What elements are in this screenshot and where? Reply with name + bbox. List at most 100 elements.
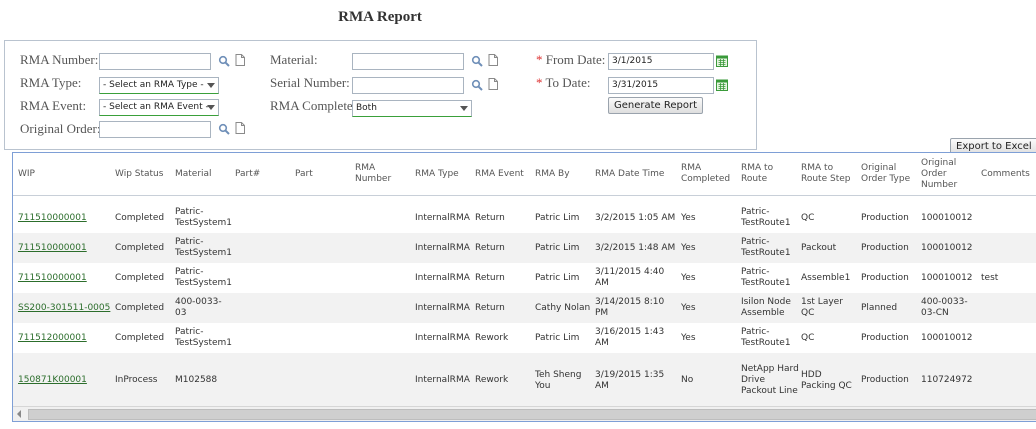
- column-header-wip-status[interactable]: Wip Status: [115, 153, 173, 195]
- cell-wip-status: InProcess: [115, 375, 158, 385]
- cell-rma-event: Return: [475, 212, 505, 223]
- column-header-rma-completed[interactable]: RMA Completed: [681, 153, 739, 195]
- rma-type-label: RMA Type:: [20, 75, 82, 90]
- column-header-original-order-number[interactable]: Original Order Number: [921, 153, 979, 195]
- cell-rma-by: Patric Lim: [535, 332, 580, 343]
- cell-original-order-type: Production: [861, 272, 909, 283]
- cell-rma-type: InternalRMA: [415, 332, 470, 343]
- search-icon[interactable]: [471, 55, 483, 67]
- cell-rma-number: [355, 203, 413, 233]
- rma-event-select[interactable]: - Select an RMA Event -: [99, 99, 219, 116]
- table-row[interactable]: 150871K00001 InProcess M102588 InternalRMA R…: [13, 353, 1036, 408]
- cell-rma-type: InternalRMA: [415, 212, 470, 223]
- column-header-material[interactable]: Material: [175, 153, 233, 195]
- serial-number-input[interactable]: [352, 77, 464, 94]
- cell-rma-date-time: 3/19/2015 1:35 AM: [595, 369, 665, 391]
- column-header-rma-to-route[interactable]: RMA to Route: [741, 153, 799, 195]
- rma-results-grid: WIP Wip Status Material Part# Part RMA Number…: [12, 152, 1036, 422]
- cell-rma-to-route: Isilon Node Assemble: [741, 297, 791, 318]
- column-header-original-order-type[interactable]: Original Order Type: [861, 153, 919, 195]
- wip-link[interactable]: 150871K00001: [18, 375, 87, 386]
- table-row[interactable]: 711512000001 Completed Patric-TestSystem1 I…: [13, 323, 1036, 353]
- cell-rma-event: Return: [475, 242, 505, 253]
- column-header-rma-number[interactable]: RMA Number: [355, 153, 413, 195]
- cell-comments: [981, 323, 1036, 353]
- rma-number-label: RMA Number:: [20, 52, 99, 67]
- rma-complete-value: Both: [356, 103, 377, 113]
- cell-rma-by: Cathy Nolan: [535, 302, 591, 313]
- horizontal-scrollbar[interactable]: [13, 406, 1036, 421]
- cell-rma-date-time: 3/11/2015 4:40 AM: [595, 267, 665, 288]
- to-date-input[interactable]: 3/31/2015: [608, 77, 714, 94]
- search-icon[interactable]: [471, 79, 483, 91]
- document-icon[interactable]: [487, 78, 499, 90]
- scrollbar-thumb[interactable]: [28, 409, 1036, 420]
- cell-comments: test: [981, 272, 999, 283]
- from-date-input[interactable]: 3/1/2015: [608, 53, 714, 70]
- table-row[interactable]: SS200-301511-0005 Completed 400-0033-03 Int…: [13, 293, 1036, 323]
- wip-link[interactable]: SS200-301511-0005: [18, 303, 110, 314]
- table-row[interactable]: 711510000001 Completed Patric-TestSystem1 I…: [13, 263, 1036, 293]
- wip-link[interactable]: 711512000001: [18, 333, 87, 344]
- column-header-part-number[interactable]: Part#: [235, 153, 293, 195]
- column-header-comments[interactable]: Comments: [981, 153, 1036, 195]
- cell-rma-by: Teh Sheng You: [535, 369, 582, 391]
- cell-rma-number: [355, 323, 413, 353]
- search-icon[interactable]: [218, 55, 230, 67]
- original-order-input[interactable]: [99, 121, 211, 138]
- rma-event-value: - Select an RMA Event -: [103, 102, 209, 112]
- cell-rma-event: Rework: [475, 375, 509, 385]
- cell-comments: [981, 203, 1036, 233]
- cell-part-number: [235, 233, 293, 263]
- cell-wip-status: Completed: [115, 332, 165, 343]
- table-row[interactable]: 711510000001 Completed Patric-TestSystem1 I…: [13, 203, 1036, 233]
- wip-link[interactable]: 711510000001: [18, 273, 87, 284]
- cell-rma-to-route: Patric-TestRoute1: [741, 207, 791, 228]
- cell-material: 400-0033-03: [175, 297, 222, 318]
- table-row[interactable]: 711510000001 Completed Patric-TestSystem1 I…: [13, 233, 1036, 263]
- chevron-down-icon: [460, 106, 468, 111]
- cell-rma-to-route-step: 1st Layer QC: [801, 297, 843, 318]
- rma-type-value: - Select an RMA Type -: [103, 80, 204, 90]
- calendar-icon[interactable]: [716, 79, 728, 91]
- column-header-wip[interactable]: WIP: [18, 153, 113, 195]
- cell-part: [295, 203, 353, 233]
- document-icon[interactable]: [234, 122, 246, 134]
- column-header-rma-to-route-step[interactable]: RMA to Route Step: [801, 153, 859, 195]
- cell-material: Patric-TestSystem1: [175, 237, 233, 258]
- cell-part: [295, 263, 353, 293]
- wip-link[interactable]: 711510000001: [18, 243, 87, 254]
- cell-rma-type: InternalRMA: [415, 272, 470, 283]
- generate-report-button[interactable]: Generate Report: [608, 97, 704, 114]
- cell-rma-to-route-step: Packout: [801, 242, 837, 253]
- column-header-part[interactable]: Part: [295, 153, 353, 195]
- column-header-rma-event[interactable]: RMA Event: [475, 153, 533, 195]
- cell-part-number: [235, 353, 293, 408]
- column-header-rma-by[interactable]: RMA By: [535, 153, 593, 195]
- material-input[interactable]: [352, 53, 464, 70]
- rma-number-input[interactable]: [99, 53, 211, 70]
- rma-complete-select[interactable]: Both: [352, 100, 472, 117]
- document-icon[interactable]: [234, 54, 246, 66]
- required-mark: *: [536, 52, 543, 67]
- page-title: RMA Report: [338, 9, 422, 25]
- cell-rma-completed: Yes: [681, 302, 696, 313]
- cell-wip: 711510000001: [18, 263, 113, 293]
- wip-link[interactable]: 711510000001: [18, 213, 87, 224]
- document-icon[interactable]: [487, 54, 499, 66]
- cell-rma-type: InternalRMA: [415, 302, 470, 313]
- scroll-left-icon[interactable]: [17, 410, 21, 418]
- cell-part-number: [235, 263, 293, 293]
- calendar-icon[interactable]: [716, 55, 728, 67]
- column-header-rma-type[interactable]: RMA Type: [415, 153, 473, 195]
- cell-rma-number: [355, 353, 413, 408]
- rma-type-select[interactable]: - Select an RMA Type -: [99, 77, 219, 94]
- cell-original-order-type: Production: [861, 332, 909, 343]
- cell-wip: 711510000001: [18, 203, 113, 233]
- cell-wip-status: Completed: [115, 302, 165, 313]
- rma-complete-label: RMA Complete:: [270, 98, 357, 113]
- search-icon[interactable]: [218, 123, 230, 135]
- column-header-rma-date-time[interactable]: RMA Date Time: [595, 153, 679, 195]
- cell-rma-to-route: Patric-TestRoute1: [741, 237, 791, 258]
- cell-rma-type: InternalRMA: [415, 242, 470, 253]
